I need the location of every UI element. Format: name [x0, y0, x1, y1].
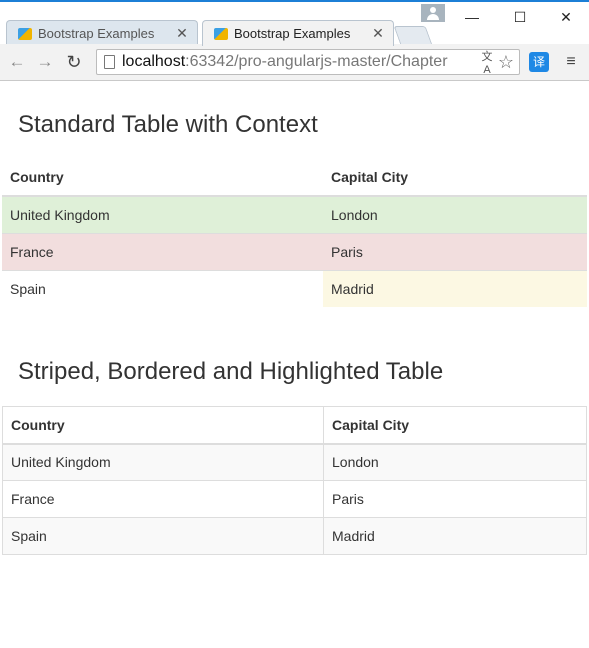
striped-bordered-table: Country Capital City United Kingdom Lond…: [2, 406, 587, 555]
tab-title: Bootstrap Examples: [38, 26, 155, 41]
table-row-success: United Kingdom London: [2, 195, 587, 233]
tab-close-icon[interactable]: ✕: [371, 25, 385, 42]
cell-country: France: [2, 232, 323, 270]
table-header-row: Country Capital City: [2, 159, 587, 197]
tab-title: Bootstrap Examples: [234, 26, 351, 41]
url-host: localhost: [122, 53, 186, 70]
cell-capital: London: [323, 195, 587, 233]
cell-country: France: [2, 480, 324, 518]
column-header-capital-city: Capital City: [323, 406, 587, 445]
webstorm-favicon-icon: [214, 27, 228, 40]
cell-country: United Kingdom: [2, 195, 323, 233]
minimize-button[interactable]: —: [449, 4, 495, 30]
section-title-striped: Striped, Bordered and Highlighted Table: [18, 358, 444, 385]
cell-capital: Paris: [323, 480, 587, 518]
tab-strip: Bootstrap Examples ✕ Bootstrap Examples …: [0, 2, 589, 46]
page-content: Standard Table with Context Country Capi…: [0, 81, 589, 648]
cell-capital: London: [323, 443, 587, 481]
profile-body-shape: [427, 14, 439, 20]
table-header-row: Country Capital City: [2, 406, 587, 445]
cell-country: United Kingdom: [2, 443, 324, 481]
reload-icon[interactable]: ↻: [63, 51, 85, 73]
profile-avatar-icon[interactable]: [421, 4, 445, 22]
url-path: :63342/pro-angularjs-master/Chapter: [185, 53, 448, 70]
bookmark-star-icon[interactable]: ☆: [495, 52, 517, 73]
table-row-danger: France Paris: [2, 232, 587, 270]
forward-arrow-icon[interactable]: →: [34, 51, 56, 73]
column-header-country: Country: [2, 406, 324, 445]
profile-head-shape: [430, 7, 436, 13]
browser-toolbar: ← → ↻ localhost:63342/pro-angularjs-mast…: [0, 44, 589, 80]
table-row: Spain Madrid: [2, 269, 587, 307]
tab-close-icon[interactable]: ✕: [175, 25, 189, 42]
column-header-capital-city: Capital City: [323, 159, 587, 197]
table-row: Spain Madrid: [2, 517, 587, 555]
tab-bootstrap-examples-2[interactable]: Bootstrap Examples ✕: [202, 20, 394, 46]
url-text[interactable]: localhost:63342/pro-angularjs-master/Cha…: [122, 53, 479, 71]
translate-icon[interactable]: 文A: [479, 48, 495, 76]
close-window-button[interactable]: ✕: [543, 4, 589, 30]
tab-bootstrap-examples-1[interactable]: Bootstrap Examples ✕: [6, 20, 198, 46]
translate-extension-icon[interactable]: 译: [529, 52, 549, 72]
address-bar[interactable]: localhost:63342/pro-angularjs-master/Cha…: [96, 48, 520, 76]
cell-country: Spain: [2, 269, 323, 307]
cell-capital-warning: Madrid: [323, 269, 587, 307]
browser-chrome: Bootstrap Examples ✕ Bootstrap Examples …: [0, 0, 589, 81]
new-tab-button[interactable]: [393, 26, 433, 45]
page-icon: [104, 55, 115, 69]
back-arrow-icon[interactable]: ←: [6, 51, 28, 73]
browser-menu-icon[interactable]: ≡: [561, 52, 581, 72]
standard-context-table: Country Capital City United Kingdom Lond…: [2, 159, 587, 307]
column-header-country: Country: [2, 159, 323, 197]
section-title-standard: Standard Table with Context: [18, 111, 318, 138]
maximize-button[interactable]: ☐: [497, 4, 543, 30]
cell-capital: Paris: [323, 232, 587, 270]
webstorm-favicon-icon: [18, 27, 32, 40]
cell-capital: Madrid: [323, 517, 587, 555]
cell-country: Spain: [2, 517, 324, 555]
table-row: France Paris: [2, 480, 587, 518]
table-row: United Kingdom London: [2, 443, 587, 481]
